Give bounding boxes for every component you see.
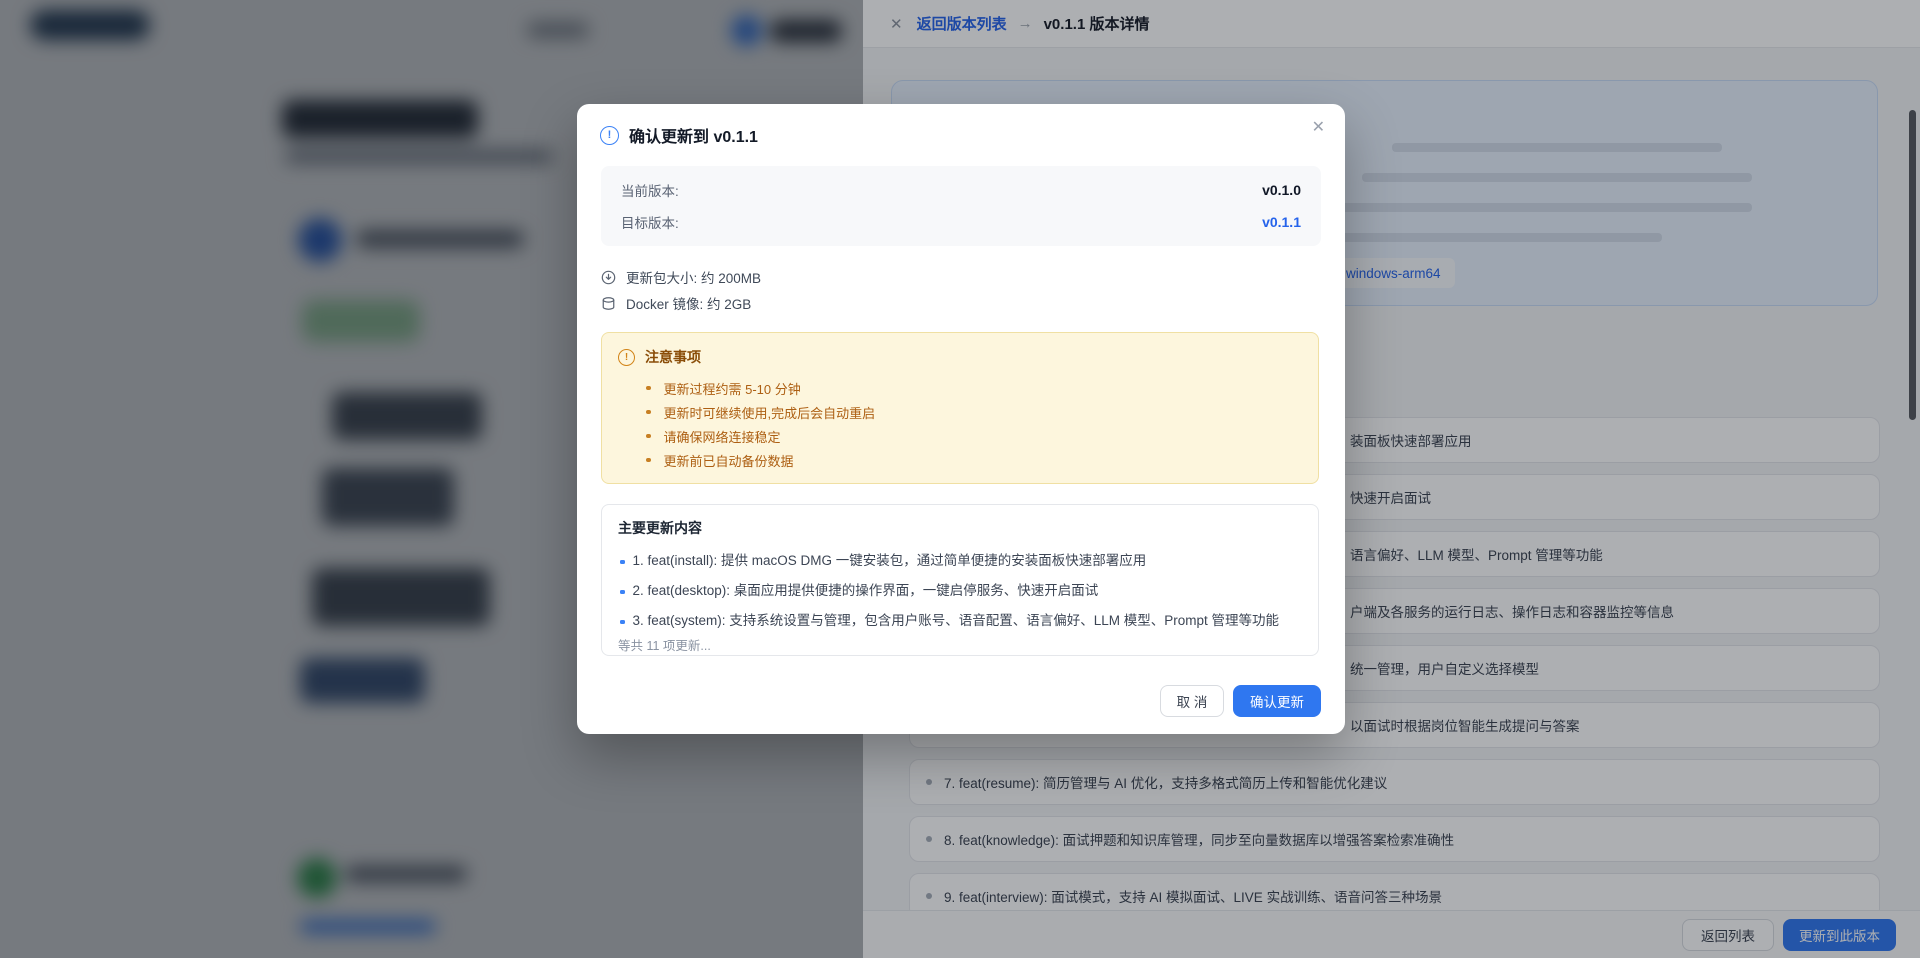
changelog-item-text: 1. feat(install): 提供 macOS DMG 一键安装包，通过简… — [633, 549, 1147, 569]
target-version-row: 目标版本: v0.1.1 — [621, 210, 1301, 234]
bullet-icon — [620, 620, 625, 625]
warning-header: ! 注意事项 — [618, 347, 1302, 367]
warning-list: 更新过程约需 5-10 分钟 更新时可继续使用,完成后会自动重启 请确保网络连接… — [618, 376, 1302, 472]
changelog-item: 2. feat(desktop): 桌面应用提供便捷的操作界面，一键启停服务、快… — [618, 574, 1302, 604]
docker-image-icon — [601, 296, 616, 311]
package-size-line: 更新包大小: 约 200MB — [601, 264, 761, 290]
changelog-title: 主要更新内容 — [618, 518, 1302, 538]
update-size-info: 更新包大小: 约 200MB Docker 镜像: 约 2GB — [601, 264, 761, 316]
bullet-icon — [646, 410, 651, 415]
changelog-item: 3. feat(system): 支持系统设置与管理，包含用户账号、语音配置、语… — [618, 604, 1302, 634]
confirm-update-button[interactable]: 确认更新 — [1233, 685, 1321, 717]
changelog-item: 1. feat(install): 提供 macOS DMG 一键安装包，通过简… — [618, 544, 1302, 574]
warning-item-text: 更新过程约需 5-10 分钟 — [664, 379, 801, 398]
warning-item: 更新过程约需 5-10 分钟 — [618, 376, 1302, 400]
current-version-value: v0.1.0 — [1262, 182, 1301, 198]
warning-circle-icon: ! — [618, 349, 635, 366]
modal-actions: 取 消 确认更新 — [1160, 685, 1321, 717]
bullet-icon — [620, 590, 625, 595]
bullet-icon — [646, 434, 651, 439]
target-version-value: v0.1.1 — [1262, 214, 1301, 230]
warning-title: 注意事项 — [645, 347, 701, 367]
close-icon[interactable]: ✕ — [1312, 117, 1325, 137]
info-circle-icon: ! — [600, 126, 619, 145]
warning-item-text: 请确保网络连接稳定 — [664, 427, 781, 446]
changelog-list: 1. feat(install): 提供 macOS DMG 一键安装包，通过简… — [618, 544, 1302, 634]
warning-item-text: 更新前已自动备份数据 — [664, 451, 794, 470]
confirm-update-modal: ✕ ! 确认更新到 v0.1.1 当前版本: v0.1.0 目标版本: v0.1… — [577, 104, 1345, 734]
modal-title-row: ! 确认更新到 v0.1.1 — [600, 123, 758, 147]
bullet-icon — [646, 458, 651, 463]
warning-item: 更新前已自动备份数据 — [618, 448, 1302, 472]
changelog-more-note: 等共 11 项更新... — [618, 635, 1302, 654]
changelog-item-text: 3. feat(system): 支持系统设置与管理，包含用户账号、语音配置、语… — [633, 609, 1280, 629]
bullet-icon — [620, 560, 625, 565]
changelog-item-text: 2. feat(desktop): 桌面应用提供便捷的操作界面，一键启停服务、快… — [633, 579, 1099, 599]
changelog-box: 主要更新内容 1. feat(install): 提供 macOS DMG 一键… — [601, 504, 1319, 656]
package-size-text: 更新包大小: 约 200MB — [626, 267, 761, 287]
docker-size-text: Docker 镜像: 约 2GB — [626, 293, 751, 313]
warning-item: 更新时可继续使用,完成后会自动重启 — [618, 400, 1302, 424]
warning-item: 请确保网络连接稳定 — [618, 424, 1302, 448]
bullet-icon — [646, 386, 651, 391]
warning-item-text: 更新时可继续使用,完成后会自动重启 — [664, 403, 876, 422]
version-compare-box: 当前版本: v0.1.0 目标版本: v0.1.1 — [601, 166, 1321, 246]
current-version-row: 当前版本: v0.1.0 — [621, 178, 1301, 202]
docker-size-line: Docker 镜像: 约 2GB — [601, 290, 761, 316]
current-version-label: 当前版本: — [621, 180, 679, 200]
target-version-label: 目标版本: — [621, 212, 679, 232]
download-icon — [601, 270, 616, 285]
cancel-button[interactable]: 取 消 — [1160, 685, 1224, 717]
warning-notice-box: ! 注意事项 更新过程约需 5-10 分钟 更新时可继续使用,完成后会自动重启 … — [601, 332, 1319, 484]
modal-title: 确认更新到 v0.1.1 — [629, 123, 758, 147]
